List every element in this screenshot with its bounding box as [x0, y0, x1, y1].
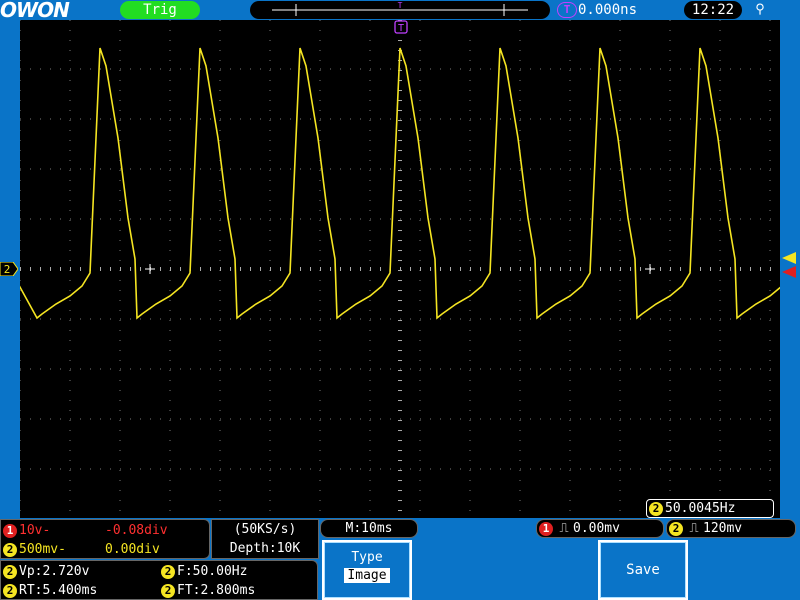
- sample-rate: (50KS/s): [233, 522, 297, 537]
- waveform-display: [9, 20, 800, 518]
- channel2-badge: 2: [669, 521, 683, 536]
- channel2-settings[interactable]: 2 500mv- 0.00div: [3, 540, 160, 559]
- channel2-offset: 0.00div: [105, 542, 160, 557]
- frequency-value: 50.0045Hz: [665, 501, 736, 516]
- measurement-rise-time: 2 RT:5.400ms: [3, 581, 97, 600]
- memory-position-indicator: T: [272, 1, 528, 16]
- measurement-frequency: 2 F:50.00Hz: [161, 562, 247, 581]
- channel2-trigger-level: 120mv: [703, 521, 743, 536]
- channel2-badge: 2: [649, 501, 663, 516]
- channel1-offset: -0.08div: [105, 523, 168, 538]
- channel1-trigger-readout[interactable]: 1 ⎍ 0.00mv: [536, 519, 664, 538]
- type-value: Image: [344, 568, 390, 583]
- usb-icon: ⚲: [755, 2, 765, 17]
- svg-text:T: T: [398, 23, 404, 34]
- type-softkey[interactable]: Type Image: [322, 540, 412, 600]
- memory-position-bar: T: [250, 1, 550, 19]
- rising-edge-icon: ⎍: [559, 521, 569, 536]
- measurement-fall-time: 2 FT:2.800ms: [161, 581, 255, 600]
- channel2-trigger-readout[interactable]: 2 ⎍ 120mv: [666, 519, 796, 538]
- save-button[interactable]: Save: [598, 540, 688, 600]
- channel2-waveform: [9, 47, 800, 320]
- ch2-trigger-level-arrow: [782, 252, 796, 264]
- channel2-badge: 2: [3, 542, 17, 557]
- ch1-trigger-level-arrow: [782, 266, 796, 278]
- measurement-vp: 2 Vp:2.720v: [3, 562, 89, 581]
- svg-text:2: 2: [4, 263, 11, 276]
- measurement-panel: 2 Vp:2.720v 2 F:50.00Hz 2 RT:5.400ms 2 FT:2.…: [0, 560, 318, 600]
- memory-depth: Depth:10K: [229, 541, 301, 556]
- rising-edge-icon: ⎍: [689, 521, 699, 536]
- trigger-time-offset: 0.000ns: [578, 2, 638, 18]
- channel2-scale: 500mv-: [19, 542, 66, 557]
- brand-logo: OWON: [0, 0, 70, 22]
- channel1-scale: 10v-: [19, 523, 51, 538]
- timebase-readout[interactable]: M:10ms: [320, 519, 418, 538]
- acquisition-panel: (50KS/s) Depth:10K: [211, 519, 319, 559]
- channel1-settings[interactable]: 1 10v- -0.08div: [3, 521, 168, 540]
- clock: 12:22: [684, 1, 742, 19]
- trigger-time-icon: T: [557, 2, 577, 18]
- channel2-offset-marker[interactable]: 2: [0, 262, 18, 276]
- graticule: [9, 20, 800, 511]
- channel1-trigger-level: 0.00mv: [573, 521, 620, 536]
- trigger-position-marker[interactable]: T: [394, 20, 408, 34]
- svg-text:T: T: [398, 1, 403, 10]
- channel1-badge: 1: [3, 523, 17, 538]
- type-label: Type: [351, 550, 383, 565]
- channel-settings-panel: 1 10v- -0.08div 2 500mv- 0.00div: [0, 519, 210, 559]
- frequency-readout: 2 50.0045Hz: [646, 499, 774, 518]
- trigger-level-markers[interactable]: [780, 250, 800, 280]
- channel1-badge: 1: [539, 521, 553, 536]
- trigger-status-badge: Trig: [120, 1, 200, 19]
